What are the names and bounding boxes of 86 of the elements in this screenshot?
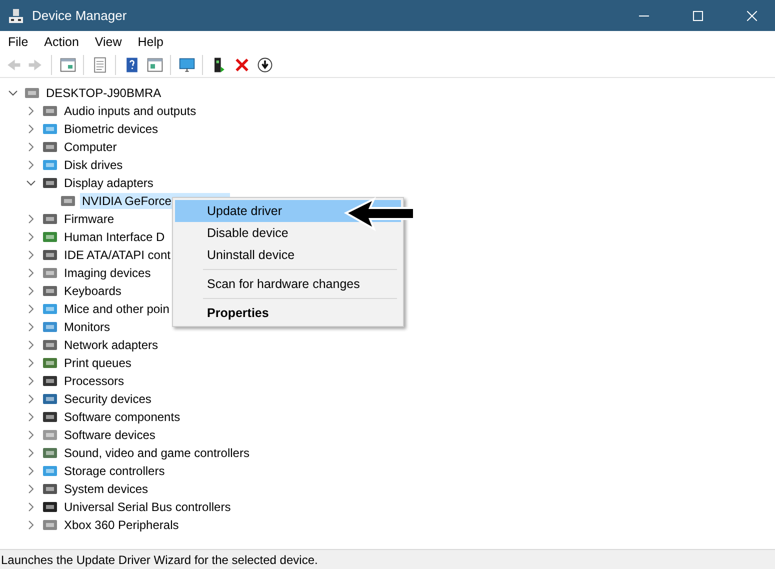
tree-item[interactable]: Sound, video and game controllers [62,445,252,461]
device-icon [60,193,76,209]
device-icon [42,391,58,407]
device-icon [42,427,58,443]
status-text: Launches the Update Driver Wizard for the selected device. [1,552,318,566]
expand-chevron-icon[interactable] [26,484,36,494]
tree-item[interactable]: Disk drives [62,157,125,173]
tree-item[interactable]: Network adapters [62,337,160,353]
expand-chevron-icon[interactable] [26,412,36,422]
expand-chevron-icon[interactable] [26,448,36,458]
device-icon [42,499,58,515]
device-icon [42,103,58,119]
menu-item[interactable]: File [2,34,34,48]
device-icon [42,481,58,497]
expand-chevron-icon[interactable] [26,358,36,368]
tree-item[interactable]: Universal Serial Bus controllers [62,499,233,515]
tree-item[interactable]: Firmware [62,211,116,227]
tree-item[interactable]: IDE ATA/ATAPI cont [62,247,172,263]
menu-item[interactable]: View [88,34,127,48]
expand-chevron-icon[interactable] [26,160,36,170]
device-icon [42,445,58,461]
window-title: Device Manager [32,8,128,23]
device-icon [42,283,58,299]
tree-item[interactable]: Biometric devices [62,121,160,137]
context-menu-item[interactable]: Properties [175,302,401,324]
device-icon [42,175,58,191]
tree-item[interactable]: Monitors [62,319,112,335]
menu-item[interactable]: Help [132,34,168,48]
tree-item[interactable]: DESKTOP-J90BMRA [44,85,164,101]
close-icon [747,10,757,20]
expand-chevron-icon[interactable] [26,340,36,350]
device-icon [42,319,58,335]
tree-item[interactable]: Imaging devices [62,265,153,281]
expand-chevron-icon[interactable] [26,502,36,512]
expand-chevron-icon[interactable] [26,322,36,332]
expand-chevron-icon[interactable] [26,232,36,242]
app-icon [8,8,24,24]
expand-chevron-icon[interactable] [26,286,36,296]
tree-item[interactable]: Human Interface D [62,229,167,245]
device-icon [24,85,40,101]
device-icon [42,247,58,263]
tree-item[interactable]: Print queues [62,355,134,371]
device-icon [42,355,58,371]
tree-item[interactable]: Display adapters [62,175,156,191]
context-menu-item[interactable]: Scan for hardware changes [175,273,401,295]
tree-item[interactable]: Processors [62,373,126,389]
tree-item[interactable]: Xbox 360 Peripherals [62,517,181,533]
maximize-icon [693,10,703,20]
device-icon [42,121,58,137]
expand-chevron-icon[interactable] [26,106,36,116]
tree-item[interactable]: System devices [62,481,150,497]
tree-item[interactable]: Software devices [62,427,158,443]
device-icon [42,337,58,353]
collapse-chevron-icon[interactable] [26,178,36,188]
expand-chevron-icon[interactable] [26,142,36,152]
expand-chevron-icon[interactable] [26,250,36,260]
device-icon [42,463,58,479]
device-icon [42,301,58,317]
tree-item[interactable]: Mice and other poin [62,301,172,317]
tree-item[interactable]: Software components [62,409,182,425]
device-icon [42,211,58,227]
device-icon [42,517,58,533]
device-icon [42,157,58,173]
context-menu-item[interactable]: Disable device [175,222,401,244]
collapse-chevron-icon[interactable] [8,88,18,98]
tree-item[interactable]: Storage controllers [62,463,167,479]
device-icon [42,229,58,245]
expand-chevron-icon[interactable] [26,268,36,278]
expand-chevron-icon[interactable] [26,304,36,314]
device-icon [42,139,58,155]
tree-item[interactable]: Computer [62,139,119,155]
expand-chevron-icon[interactable] [26,520,36,530]
tree-item[interactable]: Security devices [62,391,154,407]
expand-chevron-icon[interactable] [26,376,36,386]
context-menu-item[interactable]: Uninstall device [175,244,401,266]
expand-chevron-icon[interactable] [26,430,36,440]
device-icon [42,265,58,281]
expand-chevron-icon[interactable] [26,394,36,404]
expand-chevron-icon[interactable] [26,466,36,476]
tree-item[interactable]: Keyboards [62,283,124,299]
device-icon [42,409,58,425]
expand-chevron-icon[interactable] [26,214,36,224]
device-icon [42,373,58,389]
menu-item[interactable]: Action [38,34,84,48]
tree-item[interactable]: Audio inputs and outputs [62,103,198,119]
expand-chevron-icon[interactable] [26,124,36,134]
